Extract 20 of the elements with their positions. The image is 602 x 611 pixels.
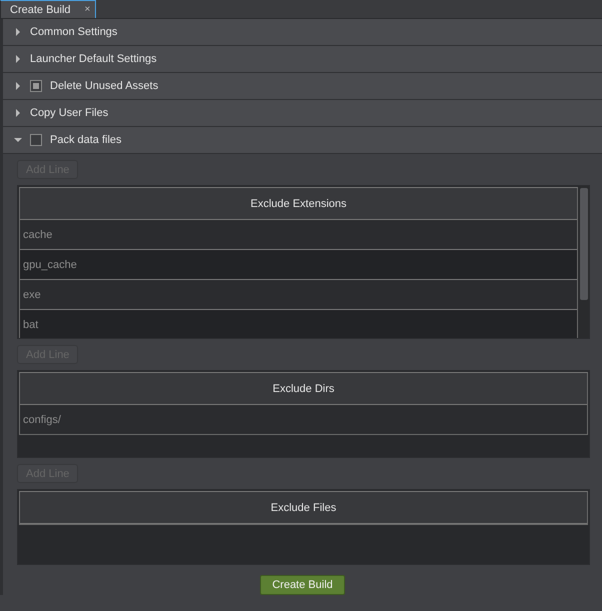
expanded-arrow-icon[interactable] xyxy=(14,136,22,144)
section-title[interactable]: Pack data files xyxy=(50,134,122,146)
checkbox[interactable] xyxy=(30,80,42,92)
column-header: Exclude Files xyxy=(20,492,587,524)
table-cell[interactable]: gpu_cache xyxy=(20,250,577,280)
collapsed-arrow-icon[interactable] xyxy=(14,55,22,63)
close-icon[interactable]: × xyxy=(84,4,90,15)
section-title[interactable]: Launcher Default Settings xyxy=(30,53,157,65)
checkbox[interactable] xyxy=(30,134,42,146)
collapsed-arrow-icon[interactable] xyxy=(14,109,22,117)
column-header: Exclude Dirs xyxy=(20,373,587,405)
section-title[interactable]: Copy User Files xyxy=(30,107,108,119)
collapsed-arrow-icon[interactable] xyxy=(14,28,22,36)
create-build-button[interactable]: Create Build xyxy=(260,575,345,595)
section-title[interactable]: Common Settings xyxy=(30,26,118,38)
section-title[interactable]: Delete Unused Assets xyxy=(50,80,158,92)
collapsed-arrow-icon[interactable] xyxy=(14,82,22,90)
tab[interactable]: Create Build × xyxy=(0,0,96,18)
column-header: Exclude Extensions xyxy=(20,188,577,220)
table-cell[interactable]: bat xyxy=(20,310,577,338)
